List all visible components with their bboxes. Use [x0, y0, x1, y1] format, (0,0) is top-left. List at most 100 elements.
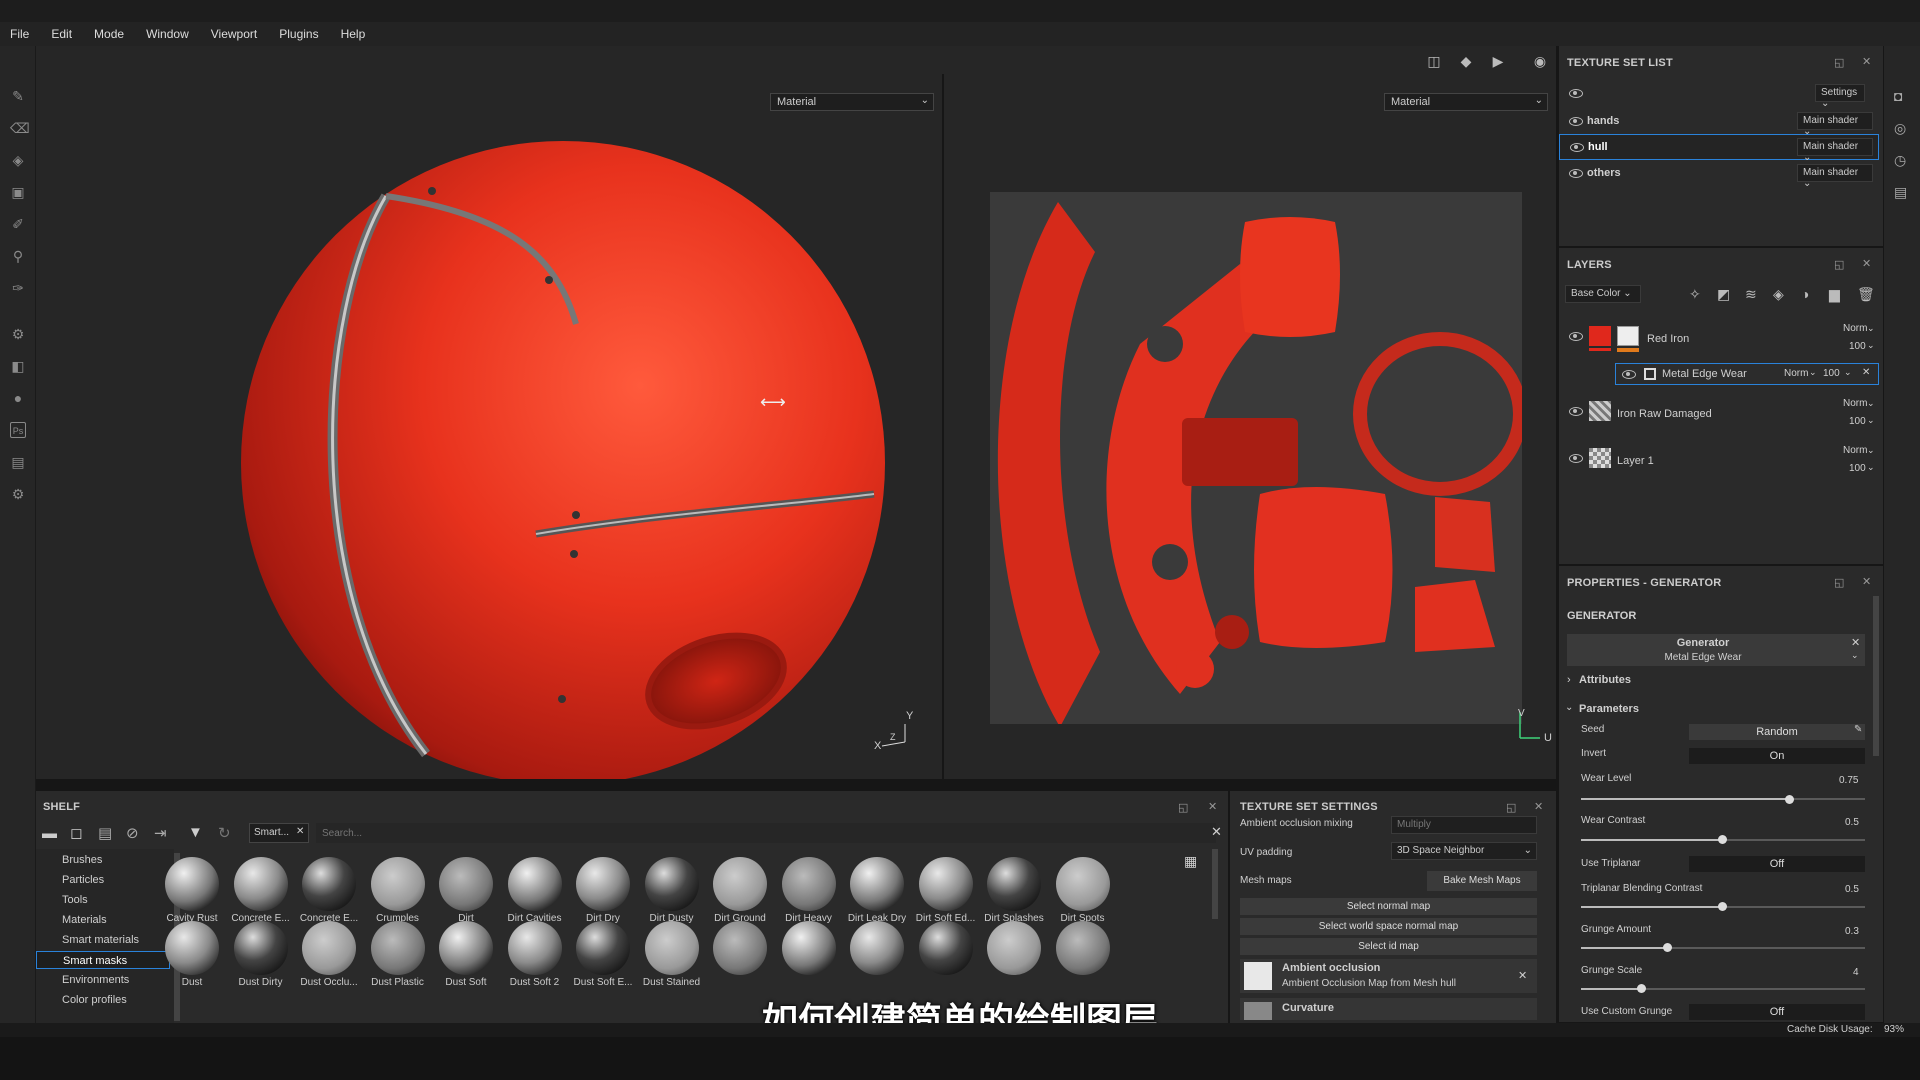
opacity-value[interactable]: 100: [1849, 416, 1866, 427]
smart-mask-thumbnail[interactable]: [233, 857, 288, 911]
shelf-category-item[interactable]: Tools: [36, 891, 170, 909]
scrollbar[interactable]: [1873, 596, 1879, 756]
channel-dropdown[interactable]: Base Color ⌄: [1565, 285, 1641, 303]
layer-mask-thumbnail[interactable]: [1617, 326, 1639, 346]
smart-mask-thumbnail[interactable]: [576, 857, 630, 911]
export-icon[interactable]: ▤: [10, 454, 26, 470]
opacity-value[interactable]: 100: [1823, 368, 1840, 379]
grunge-amount-value[interactable]: 0.3: [1845, 926, 1859, 937]
sphere-model[interactable]: ⟷: [36, 74, 942, 779]
paint-brush-icon[interactable]: ✎: [10, 88, 26, 104]
reset-icon[interactable]: ↻: [218, 824, 231, 842]
smart-mask-thumbnail[interactable]: [1055, 921, 1110, 975]
shelf-category-item[interactable]: Materials: [36, 911, 170, 929]
smart-mask-thumbnail[interactable]: [987, 857, 1041, 911]
thumbnail-scrollbar[interactable]: [1212, 849, 1218, 919]
smart-mask-thumbnail[interactable]: [165, 921, 219, 975]
camera-icon[interactable]: ▶: [1488, 53, 1508, 69]
add-generator-icon[interactable]: ◑: [1801, 286, 1809, 302]
close-icon[interactable]: ✕: [1862, 575, 1871, 588]
smart-mask-thumbnail[interactable]: [987, 921, 1041, 975]
uv-padding-dropdown[interactable]: 3D Space Neighbor ⌄: [1391, 842, 1537, 860]
folder-icon[interactable]: ▬: [42, 825, 57, 842]
maximize-icon[interactable]: ◱: [1834, 56, 1844, 69]
wear-level-knob[interactable]: [1785, 795, 1794, 804]
grunge-amount-knob[interactable]: [1663, 943, 1672, 952]
add-paint-layer-icon[interactable]: ≋: [1745, 286, 1757, 303]
polygon-fill-icon[interactable]: ▣: [10, 184, 26, 200]
invert-toggle[interactable]: On: [1689, 748, 1865, 764]
visibility-eye-icon[interactable]: [1569, 332, 1583, 341]
chevron-down-icon[interactable]: ⌄: [1565, 702, 1573, 713]
triplanar-blend-value[interactable]: 0.5: [1845, 884, 1859, 895]
smart-mask-thumbnail[interactable]: [439, 857, 493, 911]
blend-mode-dropdown[interactable]: Norm: [1843, 323, 1867, 334]
visibility-eye-icon[interactable]: [1622, 370, 1636, 379]
shelf-category-item[interactable]: Particles: [36, 871, 170, 889]
wear-level-value[interactable]: 0.75: [1839, 775, 1858, 786]
parameters-section[interactable]: Parameters: [1579, 703, 1639, 715]
grid-view-icon[interactable]: ▦: [1184, 853, 1197, 870]
close-icon[interactable]: ✕: [1862, 55, 1871, 68]
texture-set-settings-dropdown[interactable]: Settings ⌄: [1815, 84, 1865, 109]
layer-row-metal-edge-wear[interactable]: Metal Edge Wear Norm ⌄ 100 ⌄ ✕: [1615, 363, 1879, 385]
grunge-scale-value[interactable]: 4: [1853, 967, 1859, 978]
clear-search-icon[interactable]: ✕: [1211, 824, 1222, 840]
menu-file[interactable]: File: [10, 27, 29, 41]
smart-mask-thumbnail[interactable]: [370, 857, 425, 911]
select-id-map-button[interactable]: Select id map: [1240, 938, 1537, 955]
display-settings-icon[interactable]: ◧: [10, 358, 26, 374]
bake-settings-icon[interactable]: ⚙: [10, 326, 26, 342]
smart-mask-thumbnail[interactable]: [918, 921, 973, 975]
select-normal-map-button[interactable]: Select normal map: [1240, 898, 1537, 915]
viewport-2d-channel-select[interactable]: Material ⌄: [1384, 93, 1548, 111]
smart-mask-thumbnail[interactable]: [302, 921, 356, 975]
visibility-eye-icon[interactable]: [1569, 454, 1583, 463]
generator-picker[interactable]: Generator Metal Edge Wear ✕ ⌄: [1567, 634, 1865, 666]
blend-mode-dropdown[interactable]: Norm: [1843, 398, 1867, 409]
smart-mask-thumbnail[interactable]: [576, 921, 630, 975]
menu-edit[interactable]: Edit: [51, 27, 72, 41]
display-settings-icon[interactable]: ◎: [1894, 120, 1906, 137]
seed-button[interactable]: Random: [1689, 724, 1865, 740]
clone-stamp-icon[interactable]: ⚲: [10, 248, 26, 264]
color-picker-icon[interactable]: ✑: [10, 280, 26, 296]
plugin-settings-icon[interactable]: ⚙: [10, 486, 26, 502]
ao-mixing-dropdown[interactable]: Multiply: [1391, 816, 1537, 834]
layer-row-layer-1[interactable]: Layer 1 Norm ⌄ 100 ⌄: [1559, 440, 1879, 480]
edit-pencil-icon[interactable]: ✎: [1854, 724, 1862, 735]
wear-contrast-knob[interactable]: [1718, 835, 1727, 844]
blend-mode-dropdown[interactable]: Norm: [1843, 445, 1867, 456]
filter-tag[interactable]: Smart... ✕: [249, 823, 309, 843]
triplanar-blend-knob[interactable]: [1718, 902, 1727, 911]
menu-mode[interactable]: Mode: [94, 27, 124, 41]
viewport-2d[interactable]: Material ⌄ V U: [944, 74, 1556, 779]
shelf-search-input[interactable]: [316, 823, 1216, 843]
visibility-eye-icon[interactable]: [1570, 143, 1584, 152]
smart-mask-thumbnail[interactable]: [439, 921, 493, 975]
layer-row-red-iron[interactable]: Red Iron Norm ⌄ 100 ⌄: [1559, 318, 1879, 358]
select-world-normal-map-button[interactable]: Select world space normal map: [1240, 918, 1537, 935]
import-icon[interactable]: ⇥: [154, 824, 167, 842]
smart-mask-thumbnail[interactable]: [302, 857, 356, 911]
close-icon[interactable]: ✕: [1518, 969, 1527, 982]
shader-dropdown[interactable]: Main shader ⌄: [1797, 164, 1873, 189]
texture-set-row-others[interactable]: others Main shader ⌄: [1559, 160, 1879, 189]
use-triplanar-toggle[interactable]: Off: [1689, 856, 1865, 872]
close-icon[interactable]: ✕: [1851, 636, 1860, 649]
add-fill-layer-icon[interactable]: ◈: [1773, 286, 1784, 303]
new-shelf-icon[interactable]: ◻: [70, 824, 82, 842]
smart-mask-thumbnail[interactable]: [1055, 857, 1110, 911]
delete-layer-icon[interactable]: 🗑: [1857, 286, 1875, 303]
screenshot-icon[interactable]: ◉: [1530, 53, 1550, 69]
visibility-eye-icon[interactable]: [1569, 407, 1583, 416]
add-mask-icon[interactable]: ◩: [1717, 286, 1730, 303]
add-folder-icon[interactable]: ▆: [1829, 286, 1840, 303]
maximize-icon[interactable]: ◱: [1506, 801, 1516, 814]
smart-mask-thumbnail[interactable]: [781, 921, 836, 975]
hide-icon[interactable]: ⊘: [126, 824, 139, 842]
blend-mode-dropdown[interactable]: Norm: [1784, 368, 1808, 379]
menu-window[interactable]: Window: [146, 27, 189, 41]
menu-viewport[interactable]: Viewport: [211, 27, 257, 41]
smart-mask-thumbnail[interactable]: [507, 921, 562, 975]
